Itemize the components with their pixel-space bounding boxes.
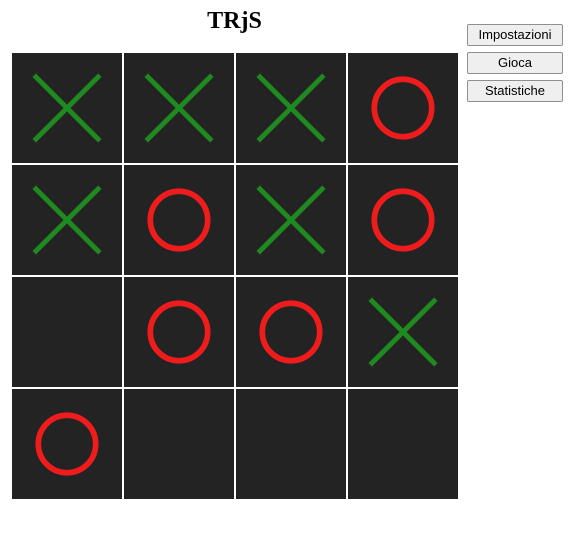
board-cell[interactable]	[236, 277, 346, 387]
o-mark-icon	[250, 291, 332, 373]
game-board	[12, 53, 458, 499]
x-mark-icon	[250, 179, 332, 261]
o-mark-icon	[362, 67, 444, 149]
settings-button[interactable]: Impostazioni	[467, 24, 563, 46]
board-cell[interactable]	[236, 53, 346, 163]
stats-button[interactable]: Statistiche	[467, 80, 563, 102]
board-cell[interactable]	[124, 389, 234, 499]
o-mark-icon	[138, 291, 220, 373]
board-cell[interactable]	[348, 277, 458, 387]
board-cell[interactable]	[124, 165, 234, 275]
board-cell[interactable]	[12, 53, 122, 163]
sidebar: Impostazioni Gioca Statistiche	[467, 24, 563, 102]
o-mark-icon	[362, 179, 444, 261]
board-cell[interactable]	[236, 389, 346, 499]
o-mark-icon	[26, 403, 108, 485]
board-cell[interactable]	[124, 53, 234, 163]
o-mark-icon	[138, 179, 220, 261]
board-cell[interactable]	[12, 389, 122, 499]
play-button[interactable]: Gioca	[467, 52, 563, 74]
board-cell[interactable]	[12, 165, 122, 275]
board-cell[interactable]	[12, 277, 122, 387]
x-mark-icon	[362, 291, 444, 373]
board-cell[interactable]	[236, 165, 346, 275]
x-mark-icon	[138, 67, 220, 149]
x-mark-icon	[250, 67, 332, 149]
page-title: TRjS	[12, 8, 457, 35]
board-cell[interactable]	[348, 389, 458, 499]
x-mark-icon	[26, 179, 108, 261]
board-cell[interactable]	[124, 277, 234, 387]
board-cell[interactable]	[348, 53, 458, 163]
x-mark-icon	[26, 67, 108, 149]
board-cell[interactable]	[348, 165, 458, 275]
